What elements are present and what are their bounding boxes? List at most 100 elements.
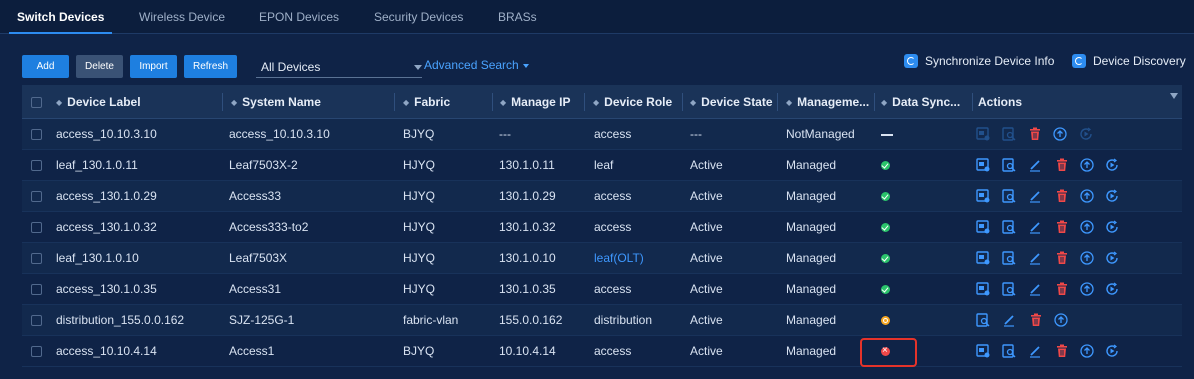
column-device-state[interactable]: ◆ Device State (690, 85, 773, 119)
row-checkbox[interactable] (31, 160, 42, 171)
upload-icon[interactable] (1080, 158, 1094, 172)
play-icon[interactable] (1105, 344, 1119, 358)
table-row[interactable]: access_10.10.3.10 access_10.10.3.10 BJYQ --… (22, 119, 1182, 150)
column-device-label[interactable]: ◆ Device Label (56, 85, 141, 119)
add-button[interactable]: Add (22, 55, 69, 78)
play-icon[interactable] (1105, 158, 1119, 172)
device-role-cell: distribution (594, 313, 653, 327)
select-all-checkbox[interactable] (31, 97, 42, 108)
delete-icon[interactable] (1055, 344, 1069, 358)
tab-brass[interactable]: BRASs (498, 0, 537, 34)
device-view-icon[interactable] (1002, 158, 1016, 172)
device-discovery-button[interactable]: Device Discovery (1072, 53, 1186, 69)
device-view-icon[interactable] (1002, 189, 1016, 203)
device-label-cell: access_130.1.0.32 (56, 220, 157, 234)
play-icon[interactable] (1105, 282, 1119, 296)
edit-icon[interactable] (1028, 158, 1042, 172)
tab-switch-devices[interactable]: Switch Devices (8, 0, 113, 34)
tab-epon-devices[interactable]: EPON Devices (259, 0, 339, 34)
delete-button[interactable]: Delete (76, 55, 123, 78)
column-management[interactable]: ◆ Manageme... (786, 85, 869, 119)
row-checkbox[interactable] (31, 222, 42, 233)
table-row[interactable]: access_10.10.4.14 Access1 BJYQ 10.10.4.14 ac… (22, 336, 1182, 367)
device-config-icon[interactable] (976, 220, 990, 234)
upload-icon[interactable] (1080, 251, 1094, 265)
column-device-role[interactable]: ◆ Device Role (593, 85, 672, 119)
table-row[interactable]: distribution_155.0.0.162 SJZ-125G-1 fabric… (22, 305, 1182, 336)
column-data-sync-text: Data Sync... (892, 95, 961, 109)
row-checkbox[interactable] (31, 284, 42, 295)
upload-icon[interactable] (1080, 220, 1094, 234)
device-label-cell: access_130.1.0.29 (56, 189, 157, 203)
row-checkbox[interactable] (31, 315, 42, 326)
delete-icon[interactable] (1029, 313, 1043, 327)
column-divider[interactable] (777, 93, 778, 111)
edit-icon[interactable] (1028, 251, 1042, 265)
row-checkbox[interactable] (31, 129, 42, 140)
play-icon[interactable] (1105, 251, 1119, 265)
edit-icon[interactable] (1028, 282, 1042, 296)
device-view-icon[interactable] (1002, 282, 1016, 296)
device-view-icon[interactable] (1002, 344, 1016, 358)
delete-icon[interactable] (1028, 127, 1042, 141)
edit-icon[interactable] (1028, 189, 1042, 203)
row-checkbox[interactable] (31, 346, 42, 357)
sync-status-warn-icon (881, 316, 890, 325)
device-view-icon[interactable] (1002, 251, 1016, 265)
column-divider[interactable] (584, 93, 585, 111)
upload-icon[interactable] (1080, 344, 1094, 358)
table-row[interactable]: access_130.1.0.32 Access333-to2 HJYQ 130.1.… (22, 212, 1182, 243)
column-divider[interactable] (682, 93, 683, 111)
column-divider[interactable] (394, 93, 395, 111)
sync-status-ok-icon (881, 161, 890, 170)
device-config-icon[interactable] (976, 189, 990, 203)
table-row[interactable]: access_130.1.0.29 Access33 HJYQ 130.1.0.29 a… (22, 181, 1182, 212)
table-row[interactable]: access_130.1.0.35 Access31 HJYQ 130.1.0.35 a… (22, 274, 1182, 305)
device-label-cell: distribution_155.0.0.162 (56, 313, 185, 327)
tab-wireless-device[interactable]: Wireless Device (139, 0, 225, 34)
column-data-sync[interactable]: ◆ Data Sync... (881, 85, 960, 119)
upload-icon[interactable] (1080, 189, 1094, 203)
filter-icon[interactable] (1170, 93, 1178, 99)
refresh-button[interactable]: Refresh (184, 55, 237, 78)
upload-icon[interactable] (1080, 282, 1094, 296)
delete-icon[interactable] (1055, 220, 1069, 234)
tab-security-devices[interactable]: Security Devices (374, 0, 463, 34)
advanced-search-link[interactable]: Advanced Search (424, 58, 529, 72)
device-view-icon[interactable] (976, 313, 990, 327)
column-divider[interactable] (492, 93, 493, 111)
device-config-icon[interactable] (976, 158, 990, 172)
column-divider[interactable] (222, 93, 223, 111)
manage-ip-cell: 155.0.0.162 (499, 313, 563, 327)
edit-icon[interactable] (1028, 344, 1042, 358)
delete-icon[interactable] (1055, 189, 1069, 203)
table-row[interactable]: leaf_130.1.0.11 Leaf7503X-2 HJYQ 130.1.0.11… (22, 150, 1182, 181)
device-role-cell[interactable]: leaf(OLT) (594, 243, 644, 274)
device-config-icon[interactable] (976, 282, 990, 296)
synchronize-device-info-button[interactable]: Synchronize Device Info (904, 53, 1054, 69)
row-checkbox[interactable] (31, 253, 42, 264)
manage-ip-cell: --- (499, 127, 511, 141)
column-manage-ip[interactable]: ◆ Manage IP (500, 85, 571, 119)
edit-icon[interactable] (1002, 313, 1016, 327)
device-view-icon[interactable] (1002, 220, 1016, 234)
device-config-icon[interactable] (976, 344, 990, 358)
device-filter-select[interactable]: All Devices (256, 56, 422, 78)
column-divider[interactable] (972, 93, 973, 111)
upload-icon[interactable] (1053, 127, 1067, 141)
import-button[interactable]: Import (130, 55, 177, 78)
table-row[interactable]: leaf_130.1.0.10 Leaf7503X HJYQ 130.1.0.10 le… (22, 243, 1182, 274)
column-fabric[interactable]: ◆ Fabric (403, 85, 450, 119)
delete-icon[interactable] (1055, 158, 1069, 172)
delete-icon[interactable] (1055, 251, 1069, 265)
column-divider[interactable] (874, 93, 875, 111)
edit-icon[interactable] (1028, 220, 1042, 234)
delete-icon[interactable] (1055, 282, 1069, 296)
column-system-name[interactable]: ◆ System Name (231, 85, 321, 119)
device-config-icon[interactable] (976, 251, 990, 265)
row-checkbox[interactable] (31, 191, 42, 202)
upload-icon[interactable] (1054, 313, 1068, 327)
device-state-cell: Active (690, 251, 723, 265)
play-icon[interactable] (1105, 220, 1119, 234)
play-icon[interactable] (1105, 189, 1119, 203)
